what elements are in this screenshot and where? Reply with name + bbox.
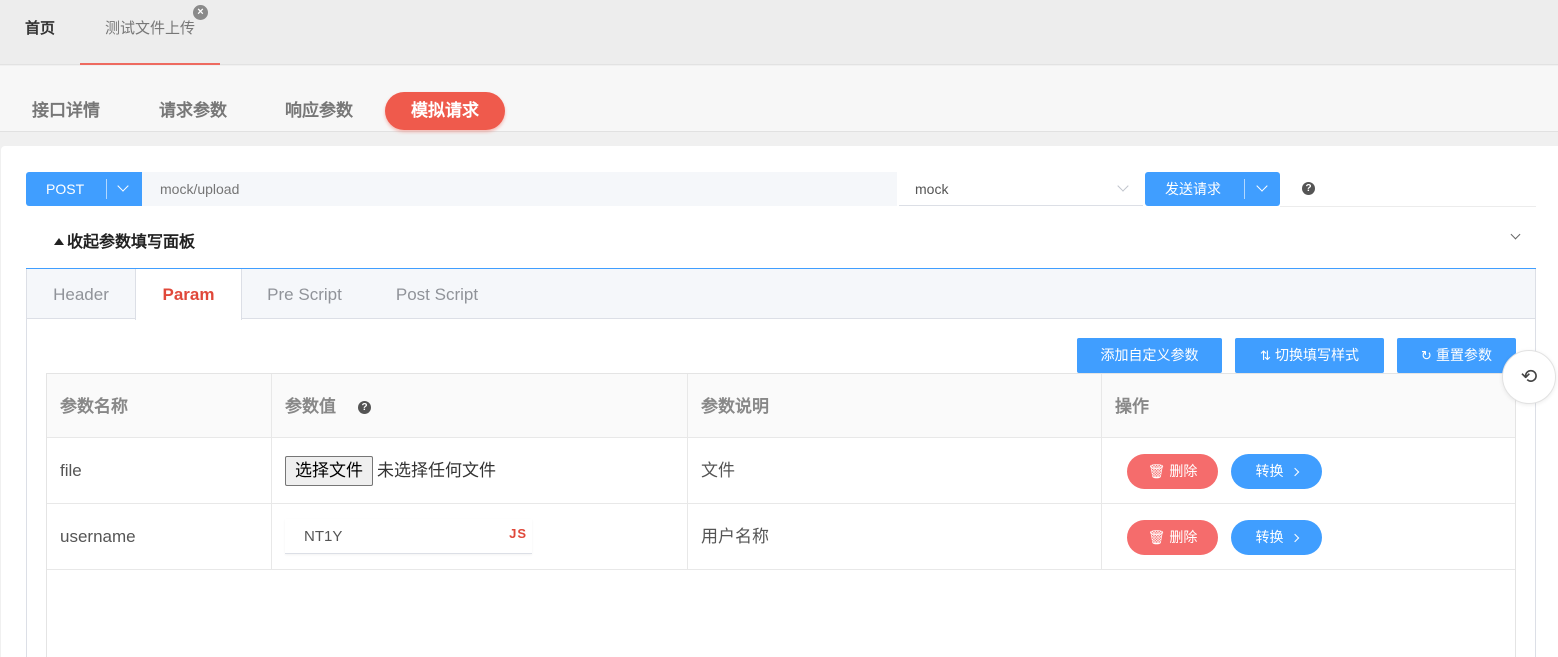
method-label: POST (46, 181, 85, 197)
tab-mock-request[interactable]: 模拟请求 (385, 92, 505, 130)
delete-label: 删除 (1169, 463, 1198, 479)
column-header-value-label: 参数值 (285, 397, 336, 416)
tab-home[interactable]: 首页 (0, 0, 80, 65)
param-name: file (47, 438, 272, 503)
param-description: 文件 (688, 438, 1102, 503)
tab-param[interactable]: Param (135, 269, 242, 320)
close-icon[interactable]: × (193, 5, 208, 20)
url-input[interactable] (142, 172, 897, 206)
column-header-name: 参数名称 (47, 374, 272, 437)
table-header-row: 参数名称 参数值? 参数说明 操作 (47, 373, 1515, 438)
refresh-icon: ↻ (1421, 348, 1432, 363)
environment-value: mock (915, 181, 949, 197)
tab-response-params[interactable]: 响应参数 (269, 92, 369, 130)
divider (1280, 206, 1536, 207)
param-actions-cell: 🗑 删除 转换 (1102, 504, 1515, 569)
reset-params-button[interactable]: ↻ 重置参数 (1397, 338, 1516, 373)
table-row: username NT1Y JS 用户名称 🗑 删除 转换 (47, 504, 1515, 570)
file-status-text: 未选择任何文件 (377, 461, 496, 480)
chevron-down-icon[interactable] (117, 180, 129, 192)
js-script-tag[interactable]: JS (509, 519, 527, 549)
convert-label: 转换 (1255, 529, 1284, 545)
param-value-input[interactable]: NT1Y JS (285, 519, 532, 554)
add-custom-param-button[interactable]: 添加自定义参数 (1077, 338, 1222, 373)
reset-params-label: 重置参数 (1435, 347, 1492, 363)
convert-button[interactable]: 转换 (1231, 454, 1322, 489)
chevron-down-icon (1117, 180, 1129, 192)
trash-icon: 🗑 (1147, 463, 1166, 479)
switch-fill-style-button[interactable]: ⇅ 切换填写样式 (1235, 338, 1384, 373)
delete-button[interactable]: 🗑 删除 (1127, 520, 1218, 555)
chevron-right-icon (1290, 533, 1299, 543)
tab-header[interactable]: Header (27, 269, 135, 319)
environment-select[interactable]: mock (899, 172, 1143, 206)
table-row: file 选择文件 未选择任何文件 文件 🗑 删除 转换 (47, 438, 1515, 504)
tab-post-script[interactable]: Post Script (367, 269, 507, 319)
delete-label: 删除 (1169, 529, 1198, 545)
help-icon[interactable]: ? (358, 401, 371, 414)
convert-button[interactable]: 转换 (1231, 520, 1322, 555)
triangle-up-icon (54, 238, 64, 245)
divider (1244, 179, 1245, 199)
column-header-description: 参数说明 (688, 374, 1102, 437)
method-select[interactable]: POST (26, 172, 142, 206)
top-tab-bar: 首页 测试文件上传 × (0, 0, 1558, 65)
section-tab-bar: 接口详情 请求参数 响应参数 模拟请求 (0, 66, 1558, 132)
choose-file-button[interactable]: 选择文件 (285, 456, 373, 486)
tab-interface-details[interactable]: 接口详情 (16, 92, 116, 130)
tab-request-params[interactable]: 请求参数 (143, 92, 243, 130)
delete-button[interactable]: 🗑 删除 (1127, 454, 1218, 489)
collapse-panel-label: 收起参数填写面板 (67, 234, 196, 251)
param-value-cell: 选择文件 未选择任何文件 (272, 438, 688, 503)
swap-icon: ⇅ (1260, 348, 1271, 363)
help-icon[interactable]: ? (1302, 182, 1315, 195)
history-button[interactable]: ⟲ (1502, 350, 1556, 404)
tab-pre-script[interactable]: Pre Script (242, 269, 367, 319)
params-table: 参数名称 参数值? 参数说明 操作 file 选择文件 未选择任何文件 文件 🗑… (46, 373, 1516, 657)
column-header-value: 参数值? (272, 374, 688, 437)
chevron-down-icon[interactable] (1256, 180, 1268, 192)
history-icon: ⟲ (1520, 366, 1538, 388)
param-tab-bar: Header Param Pre Script Post Script (27, 269, 1535, 320)
switch-fill-style-label: 切换填写样式 (1274, 347, 1359, 363)
trash-icon: 🗑 (1147, 529, 1166, 545)
param-value-text: NT1Y (304, 528, 343, 545)
send-request-label: 发送请求 (1165, 181, 1221, 197)
send-request-button[interactable]: 发送请求 (1145, 172, 1280, 206)
tab-label: 测试文件上传 (104, 20, 195, 37)
param-name: username (47, 504, 272, 569)
column-header-actions: 操作 (1115, 397, 1149, 416)
convert-label: 转换 (1255, 463, 1284, 479)
chevron-right-icon (1290, 467, 1299, 477)
param-actions-cell: 🗑 删除 转换 (1102, 438, 1515, 503)
collapse-panel-toggle[interactable]: 收起参数填写面板 (54, 228, 195, 252)
tab-test-file-upload[interactable]: 测试文件上传 × (80, 0, 220, 65)
param-value-cell: NT1Y JS (272, 504, 688, 569)
param-description: 用户名称 (688, 504, 1102, 569)
divider (106, 179, 107, 199)
